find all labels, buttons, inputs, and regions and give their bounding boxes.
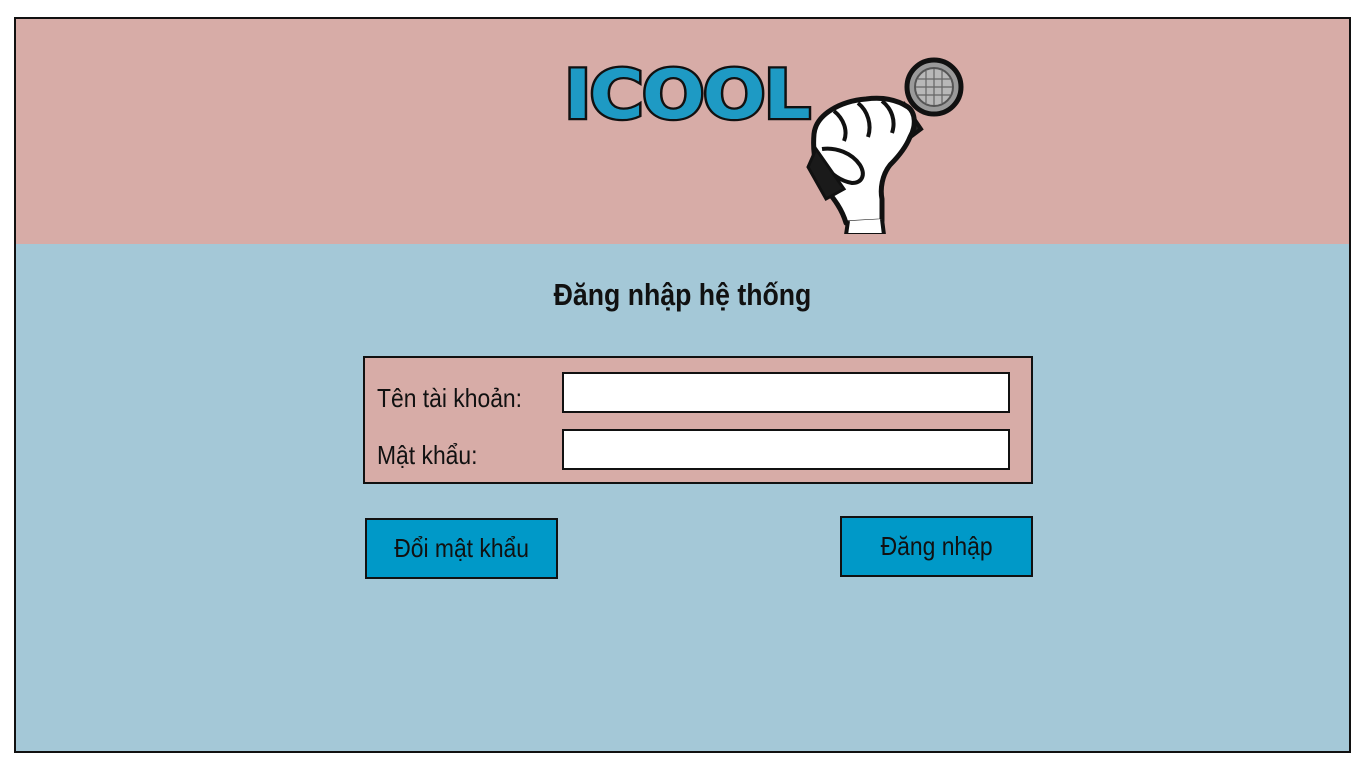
app-logo: ICOOL — [556, 49, 976, 234]
login-label: Đăng nhập — [880, 531, 993, 561]
login-form: Tên tài khoản: Mật khẩu: — [363, 356, 1033, 484]
password-label: Mật khẩu: — [377, 440, 478, 470]
username-label: Tên tài khoản: — [377, 383, 523, 413]
page-title: Đăng nhập hệ thống — [553, 277, 812, 312]
header-banner: ICOOL — [16, 19, 1349, 244]
logo-text: ICOOL — [562, 55, 814, 135]
login-window: ICOOL Đăng nhập hệ thống Tên tài khoản: … — [14, 17, 1351, 753]
login-button[interactable]: Đăng nhập — [840, 516, 1033, 577]
username-input[interactable] — [562, 372, 1010, 413]
change-password-button[interactable]: Đổi mật khẩu — [365, 518, 558, 579]
microphone-hand-icon — [806, 57, 964, 234]
change-password-label: Đổi mật khẩu — [394, 533, 529, 563]
password-input[interactable] — [562, 429, 1010, 470]
